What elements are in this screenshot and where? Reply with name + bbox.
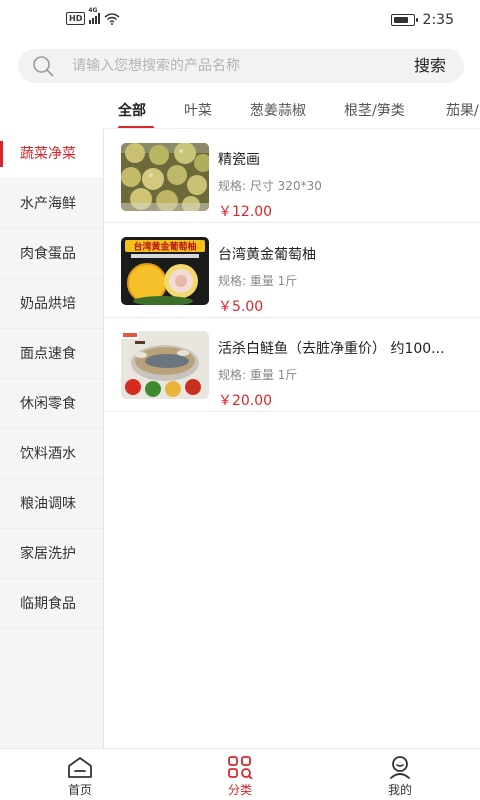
tab-fruit-veg[interactable]: 茄果/ <box>446 100 479 120</box>
nav-category[interactable]: 分类 <box>180 749 300 800</box>
product-spec: 规格: 尺寸 320*30 <box>218 179 322 193</box>
user-icon <box>390 756 410 779</box>
tab-leafy[interactable]: 叶菜 <box>184 100 212 120</box>
product-price: ￥5.00 <box>218 299 264 315</box>
product-image-grapefruit: 台湾黄金葡萄柚 <box>121 237 209 305</box>
sidebar-item-seafood[interactable]: 水产海鲜 <box>0 179 103 229</box>
product-image-apples <box>121 143 209 211</box>
battery-icon <box>390 14 418 26</box>
network-type-label: 4G <box>88 7 98 14</box>
hd-badge: HD <box>66 12 86 25</box>
product-image-fish-dish <box>121 331 209 399</box>
status-left: HD 4G <box>66 7 120 25</box>
sidebar-item-near-expiry[interactable]: 临期食品 <box>0 579 103 629</box>
sidebar-item-snacks[interactable]: 休闲零食 <box>0 379 103 429</box>
product-item[interactable]: 活杀白鲢鱼（去脏净重价） 约100... 规格: 重量 1斤 ￥20.00 <box>104 318 480 412</box>
status-bar: HD 4G 2:35 <box>0 0 480 42</box>
product-price: ￥20.00 <box>218 393 273 409</box>
sidebar-item-vegetables[interactable]: 蔬菜净菜 <box>0 129 103 179</box>
product-item[interactable]: 台湾黄金葡萄柚 台湾黄金葡萄柚 规格: 重量 1斤 ￥5.00 <box>104 224 480 318</box>
category-sidebar: 蔬菜净菜 水产海鲜 肉食蛋品 奶品烘培 面点速食 休闲零食 饮料酒水 粮油调味 … <box>0 129 103 748</box>
tab-roots-shoots[interactable]: 根茎/笋类 <box>344 100 405 120</box>
search-icon <box>33 56 54 77</box>
sidebar-item-dairy-bakery[interactable]: 奶品烘培 <box>0 279 103 329</box>
wifi-icon <box>104 12 120 25</box>
sidebar-item-drinks[interactable]: 饮料酒水 <box>0 429 103 479</box>
product-name: 台湾黄金葡萄柚 <box>218 247 316 263</box>
nav-home-label: 首页 <box>67 783 92 797</box>
nav-category-label: 分类 <box>227 783 252 797</box>
category-icon <box>228 756 253 779</box>
tab-all[interactable]: 全部 <box>118 100 146 120</box>
signal-icon: 4G <box>88 7 101 24</box>
status-right: 2:35 <box>390 12 454 28</box>
sidebar-item-grain-oil[interactable]: 粮油调味 <box>0 479 103 529</box>
sidebar-item-noodles-instant[interactable]: 面点速食 <box>0 329 103 379</box>
product-item[interactable]: 精瓷画 规格: 尺寸 320*30 ￥12.00 <box>104 129 480 223</box>
product-spec: 规格: 重量 1斤 <box>218 274 298 288</box>
nav-profile[interactable]: 我的 <box>340 749 460 800</box>
product-image-banner-text: 台湾黄金葡萄柚 <box>133 241 196 253</box>
product-name: 活杀白鲢鱼（去脏净重价） 约100... <box>218 341 445 357</box>
tab-scallion-ginger[interactable]: 葱姜蒜椒 <box>250 100 306 120</box>
sidebar-item-household[interactable]: 家居洗护 <box>0 529 103 579</box>
search-input[interactable] <box>72 49 392 83</box>
product-name: 精瓷画 <box>218 152 260 168</box>
nav-profile-label: 我的 <box>387 783 412 797</box>
product-price: ￥12.00 <box>218 204 273 220</box>
search-bar: 搜索 <box>18 49 464 83</box>
product-spec: 规格: 重量 1斤 <box>218 368 298 382</box>
category-tabs: 全部 叶菜 葱姜蒜椒 根茎/笋类 茄果/ <box>104 88 480 130</box>
clock: 2:35 <box>422 12 454 28</box>
home-icon <box>68 757 92 778</box>
search-button[interactable]: 搜索 <box>414 49 446 83</box>
nav-home[interactable]: 首页 <box>20 749 140 800</box>
bottom-nav: 首页 分类 我的 <box>0 748 480 800</box>
sidebar-item-meat-eggs[interactable]: 肉食蛋品 <box>0 229 103 279</box>
